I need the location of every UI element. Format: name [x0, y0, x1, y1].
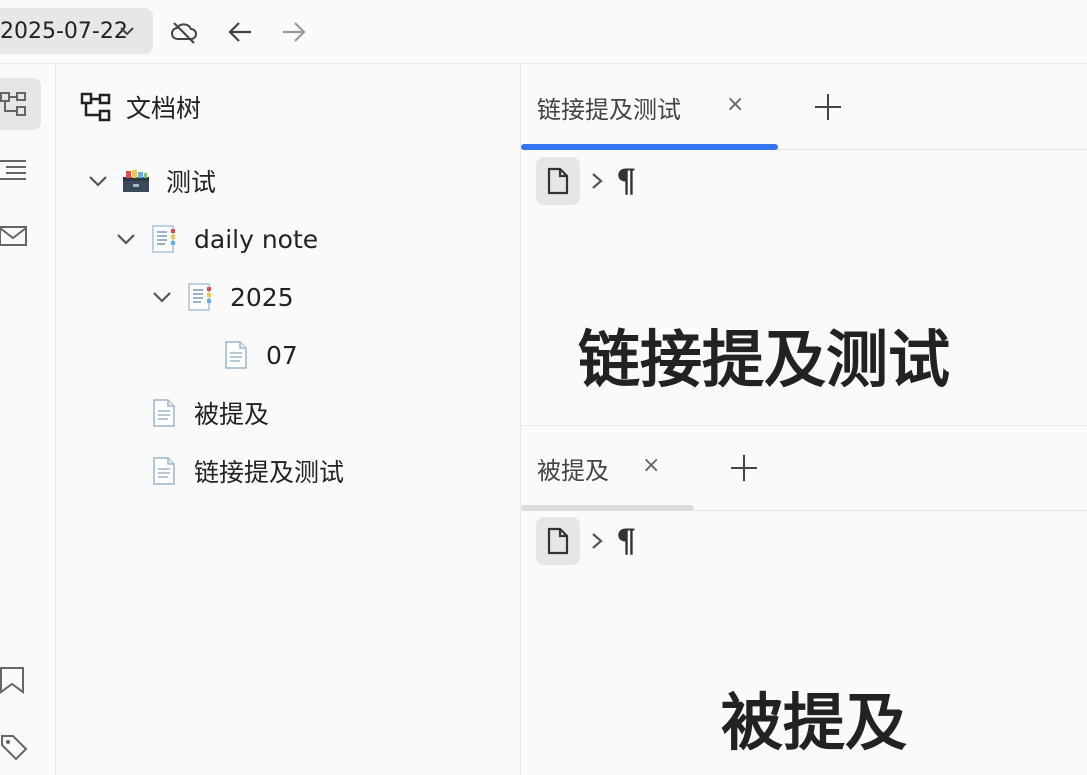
bookmark-icon	[0, 667, 24, 694]
tree-item-link-mention-test[interactable]: 链接提及测试	[56, 449, 496, 493]
doc-icon	[153, 457, 175, 485]
tree-item-label: 测试	[166, 168, 217, 197]
file-icon	[547, 167, 569, 195]
paragraph-icon[interactable]: ¶	[616, 522, 636, 560]
tab-label: 链接提及测试	[537, 95, 681, 124]
panel-header: 文档树	[80, 91, 201, 123]
tree-item-label: daily note	[194, 224, 319, 254]
tree-item-daily-note[interactable]: daily note	[56, 217, 496, 261]
doc-title[interactable]: 被提及	[721, 672, 907, 762]
plus-icon[interactable]	[729, 453, 759, 483]
daily-note-date-select[interactable]: 2025-07-22	[0, 8, 153, 54]
breadcrumb-doc-button[interactable]	[536, 517, 580, 565]
doc-title[interactable]: 链接提及测试	[578, 309, 950, 399]
tab-mentioned[interactable]: 被提及 ×	[521, 426, 694, 511]
tree-item-label: 2025	[230, 282, 294, 312]
active-tab-indicator	[521, 144, 778, 150]
inbox-icon	[0, 226, 27, 246]
tab-bar: 被提及 ×	[521, 426, 1087, 511]
chevron-down-icon[interactable]	[150, 285, 174, 309]
left-dock	[0, 64, 56, 775]
breadcrumb-doc-button[interactable]	[536, 157, 580, 205]
file-icon	[547, 527, 569, 555]
breadcrumb: ¶	[536, 517, 636, 565]
tree-item-2025[interactable]: 2025	[56, 275, 496, 319]
chevron-down-icon	[120, 27, 134, 36]
tree-item-label: 07	[266, 340, 298, 370]
doc-icon	[225, 341, 247, 369]
panel-title: 文档树	[126, 94, 202, 123]
file-tree-icon	[0, 92, 26, 116]
date-label: 2025-07-22	[0, 18, 128, 44]
notebook-doc-icon	[152, 225, 175, 253]
paragraph-icon[interactable]: ¶	[616, 162, 636, 200]
top-toolbar: 2025-07-22	[0, 0, 1087, 64]
dock-bookmark[interactable]	[0, 654, 41, 706]
tab-label: 被提及	[537, 457, 609, 485]
tree-notebook-row[interactable]: 测试	[56, 159, 496, 203]
editor-pane-top: 链接提及测试 × ¶ 链接提及测试	[521, 64, 1087, 426]
dock-file-tree[interactable]	[0, 78, 41, 130]
tree-item-label: 被提及	[194, 400, 270, 429]
doc-tree-panel: 文档树 测试 daily note 2025 07 被提及 链接提及测试	[56, 64, 521, 775]
tree-item-mentioned[interactable]: 被提及	[56, 391, 496, 435]
chevron-right-icon	[592, 533, 603, 549]
dock-outline[interactable]	[0, 144, 41, 196]
notebook-doc-icon	[188, 283, 211, 311]
plus-icon[interactable]	[813, 92, 843, 122]
notebook-box-icon	[123, 170, 149, 192]
dock-inbox[interactable]	[0, 210, 41, 262]
chevron-down-icon[interactable]	[114, 227, 138, 251]
dock-tag[interactable]	[0, 720, 41, 772]
editor-pane-bottom: 被提及 × ¶ 被提及	[521, 426, 1087, 775]
tree-item-label: 链接提及测试	[194, 458, 345, 487]
tree-item-07[interactable]: 07	[56, 333, 496, 377]
breadcrumb: ¶	[536, 157, 636, 205]
chevron-down-icon[interactable]	[86, 169, 110, 193]
cloud-off-icon[interactable]	[169, 17, 199, 47]
tab-bar: 链接提及测试 ×	[521, 64, 1087, 150]
arrow-left-icon[interactable]	[225, 17, 255, 47]
close-icon[interactable]: ×	[726, 92, 744, 117]
arrow-right-icon[interactable]	[279, 17, 309, 47]
tab-link-mention-test[interactable]: 链接提及测试 ×	[521, 64, 778, 150]
outline-icon	[0, 160, 26, 180]
chevron-right-icon	[592, 173, 603, 189]
file-tree-icon	[80, 92, 111, 122]
close-icon[interactable]: ×	[642, 453, 660, 478]
tab-indicator	[521, 505, 694, 511]
tag-icon	[1, 735, 28, 760]
doc-icon	[153, 399, 175, 427]
